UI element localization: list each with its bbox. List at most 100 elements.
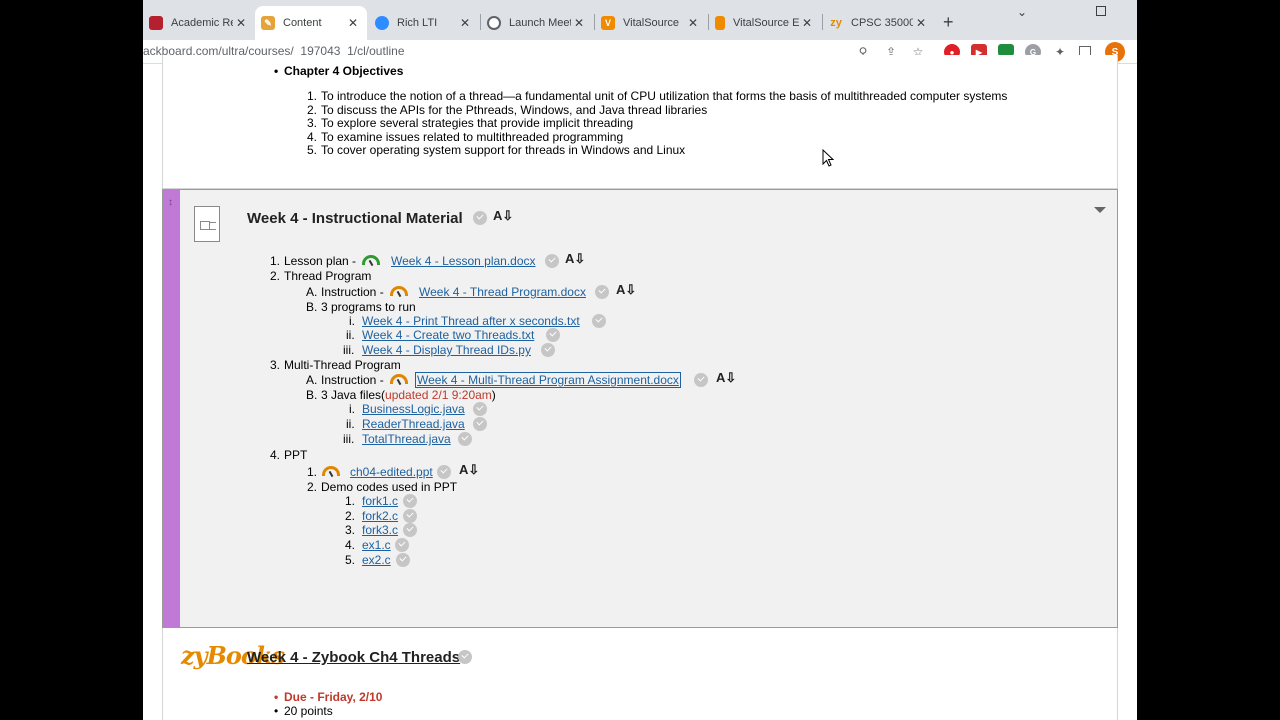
ally-download-icon[interactable]: A⇩ [565, 251, 585, 267]
program-link[interactable]: Week 4 - Display Thread IDs.py [362, 343, 531, 357]
vitalsource-favicon-icon: V [601, 16, 615, 30]
demo-file-link[interactable]: ex1.c [362, 538, 391, 552]
ally-download-icon[interactable]: A⇩ [616, 282, 636, 298]
ppt-link[interactable]: ch04-edited.ppt [350, 465, 433, 479]
demo-file-link[interactable]: fork3.c [362, 523, 398, 537]
list-marker: 1. [270, 254, 281, 268]
thread-program-label: Thread Program [284, 269, 372, 283]
program-link[interactable]: Week 4 - Print Thread after x seconds.tx… [362, 314, 580, 328]
thread-program-link[interactable]: Week 4 - Thread Program.docx [419, 285, 586, 299]
multi-thread-link[interactable]: Week 4 - Multi-Thread Program Assignment… [415, 372, 681, 388]
java-updated-note: updated 2/1 9:20am [385, 388, 492, 402]
java-file-link[interactable]: TotalThread.java [362, 432, 451, 446]
visibility-check-icon[interactable] [458, 650, 472, 664]
visibility-check-icon[interactable] [541, 343, 555, 357]
selected-item-bar [163, 190, 180, 627]
objective-item: To discuss the APIs for the Pthreads, Wi… [321, 103, 708, 117]
visibility-check-icon[interactable] [592, 314, 606, 328]
demo-file-link[interactable]: fork2.c [362, 509, 398, 523]
visibility-check-icon[interactable] [694, 373, 708, 387]
visibility-check-icon[interactable] [545, 254, 559, 268]
close-tab-icon[interactable]: ✕ [345, 16, 361, 30]
tab-vitalsource-2[interactable]: VitalSource E ✕ [709, 8, 821, 38]
points-bullet: • [274, 704, 279, 718]
globe-favicon-icon [487, 16, 501, 30]
list-marker: 2. [270, 269, 281, 283]
program-link[interactable]: Week 4 - Create two Threads.txt [362, 328, 534, 342]
demo-file-link[interactable]: fork1.c [362, 494, 398, 508]
tab-cpsc[interactable]: zy CPSC 35000 ✕ [823, 8, 935, 38]
ally-download-icon[interactable]: A⇩ [459, 462, 479, 478]
visibility-check-icon[interactable] [595, 285, 609, 299]
visibility-check-icon[interactable] [473, 417, 487, 431]
list-marker: 5. [345, 553, 356, 567]
instruction-label: Instruction - [321, 285, 384, 299]
visibility-check-icon[interactable] [473, 402, 487, 416]
list-marker: 2. [345, 509, 356, 523]
week4-title[interactable]: Week 4 - Instructional Material [247, 210, 463, 227]
visibility-check-icon[interactable] [396, 553, 410, 567]
list-marker: ii. [346, 328, 355, 342]
tab-label: Launch Meet [509, 17, 571, 29]
course-content: • Chapter 4 Objectives 1. To introduce t… [143, 55, 1137, 720]
visibility-check-icon[interactable] [403, 509, 417, 523]
pencil-favicon-icon: ✎ [261, 16, 275, 30]
due-bullet: • [274, 690, 279, 704]
collapse-chevron-icon[interactable] [1094, 207, 1106, 213]
list-marker: iii. [343, 343, 355, 357]
tab-search-chevron-icon[interactable]: ⌄ [1017, 5, 1027, 19]
zybook-title[interactable]: Week 4 - Zybook Ch4 Threads [247, 649, 460, 666]
drag-handle-icon[interactable]: ↕ [168, 197, 173, 208]
visibility-check-icon[interactable] [473, 211, 487, 225]
close-tab-icon[interactable]: ✕ [457, 16, 473, 30]
ally-download-icon[interactable]: A⇩ [493, 208, 513, 224]
zybooks-favicon-icon: zy [830, 17, 842, 29]
close-tab-icon[interactable]: ✕ [233, 16, 249, 30]
tab-vitalsource-1[interactable]: V VitalSource ✕ [595, 8, 707, 38]
tab-label: Rich LTI [397, 17, 438, 29]
lesson-plan-label: Lesson plan - [284, 254, 357, 268]
java-file-link[interactable]: ReaderThread.java [362, 417, 465, 431]
bookmark-favicon-icon [715, 16, 725, 30]
ally-download-icon[interactable]: A⇩ [716, 370, 736, 386]
list-marker: 1. [307, 465, 318, 479]
academic-favicon-icon [149, 16, 163, 30]
close-tab-icon[interactable]: ✕ [685, 16, 701, 30]
objectives-heading: Chapter 4 Objectives [284, 64, 404, 78]
java-file-link[interactable]: BusinessLogic.java [362, 402, 465, 416]
tab-content[interactable]: ✎ Content ✕ [255, 6, 367, 40]
visibility-check-icon[interactable] [403, 523, 417, 537]
demo-file-link[interactable]: ex2.c [362, 553, 391, 567]
list-marker: 3. [307, 116, 318, 130]
visibility-check-icon[interactable] [403, 494, 417, 508]
list-marker: A. [306, 285, 318, 299]
list-marker: iii. [343, 432, 355, 446]
list-marker: 4. [270, 448, 281, 462]
close-tab-icon[interactable]: ✕ [913, 16, 929, 30]
maximize-icon[interactable] [1096, 6, 1106, 16]
visibility-check-icon[interactable] [395, 538, 409, 552]
visibility-check-icon[interactable] [458, 432, 472, 446]
document-icon [194, 206, 220, 242]
tab-label: CPSC 35000 [851, 17, 913, 29]
visibility-check-icon[interactable] [437, 465, 451, 479]
objective-item: To examine issues related to multithread… [321, 130, 624, 144]
java-files-label: 3 Java files(updated 2/1 9:20am) [321, 388, 496, 402]
new-tab-icon[interactable]: + [943, 12, 954, 33]
list-marker: 1. [345, 494, 356, 508]
list-marker: B. [306, 388, 318, 402]
close-tab-icon[interactable]: ✕ [799, 16, 815, 30]
due-date: Due - Friday, 2/10 [284, 690, 383, 704]
lesson-plan-link[interactable]: Week 4 - Lesson plan.docx [391, 254, 536, 268]
list-marker: i. [349, 402, 355, 416]
visibility-check-icon[interactable] [546, 328, 560, 342]
list-marker: 4. [345, 538, 356, 552]
tab-rich-lti[interactable]: Rich LTI ✕ [369, 8, 479, 38]
close-tab-icon[interactable]: ✕ [571, 16, 587, 30]
objective-item: To introduce the notion of a thread—a fu… [321, 89, 1008, 103]
tab-academic[interactable]: Academic Re ✕ [143, 8, 255, 38]
list-marker: 4. [307, 130, 318, 144]
programs-label: 3 programs to run [321, 300, 416, 314]
tab-launch-meeting[interactable]: Launch Meet ✕ [481, 8, 593, 38]
points-value: 20 points [284, 704, 333, 718]
